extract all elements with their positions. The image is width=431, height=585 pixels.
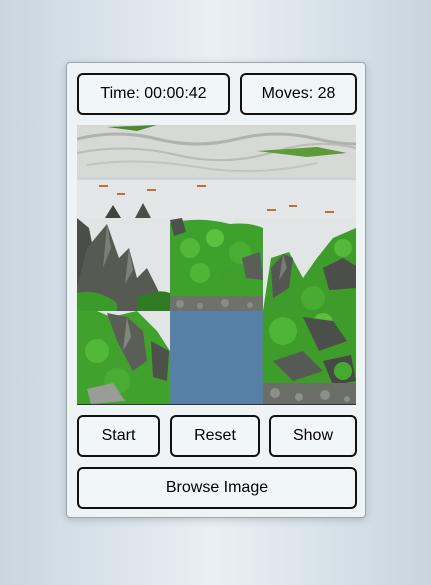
puzzle-tile[interactable] [77, 218, 170, 311]
reset-button[interactable]: Reset [170, 415, 260, 457]
puzzle-tile[interactable] [77, 125, 356, 218]
puzzle-panel: Time: 00:00:42 Moves: 28 Start Reset Sho… [66, 62, 366, 518]
start-button[interactable]: Start [77, 415, 160, 457]
puzzle-tile[interactable] [170, 218, 263, 311]
puzzle-tile[interactable] [263, 311, 356, 404]
show-button-label: Show [292, 427, 334, 444]
start-button-label: Start [101, 427, 136, 444]
timer-display: Time: 00:00:42 [77, 73, 230, 115]
puzzle-board [77, 125, 356, 405]
puzzle-tile[interactable] [263, 218, 356, 311]
browse-image-button[interactable]: Browse Image [77, 467, 357, 509]
show-button[interactable]: Show [269, 415, 357, 457]
moves-label: Moves: 28 [261, 85, 336, 102]
browse-image-label: Browse Image [165, 479, 269, 496]
puzzle-tile[interactable] [77, 311, 170, 404]
blank-tile[interactable] [170, 311, 263, 404]
timer-label: Time: 00:00:42 [100, 85, 207, 102]
moves-display: Moves: 28 [240, 73, 357, 115]
reset-button-label: Reset [194, 427, 236, 444]
